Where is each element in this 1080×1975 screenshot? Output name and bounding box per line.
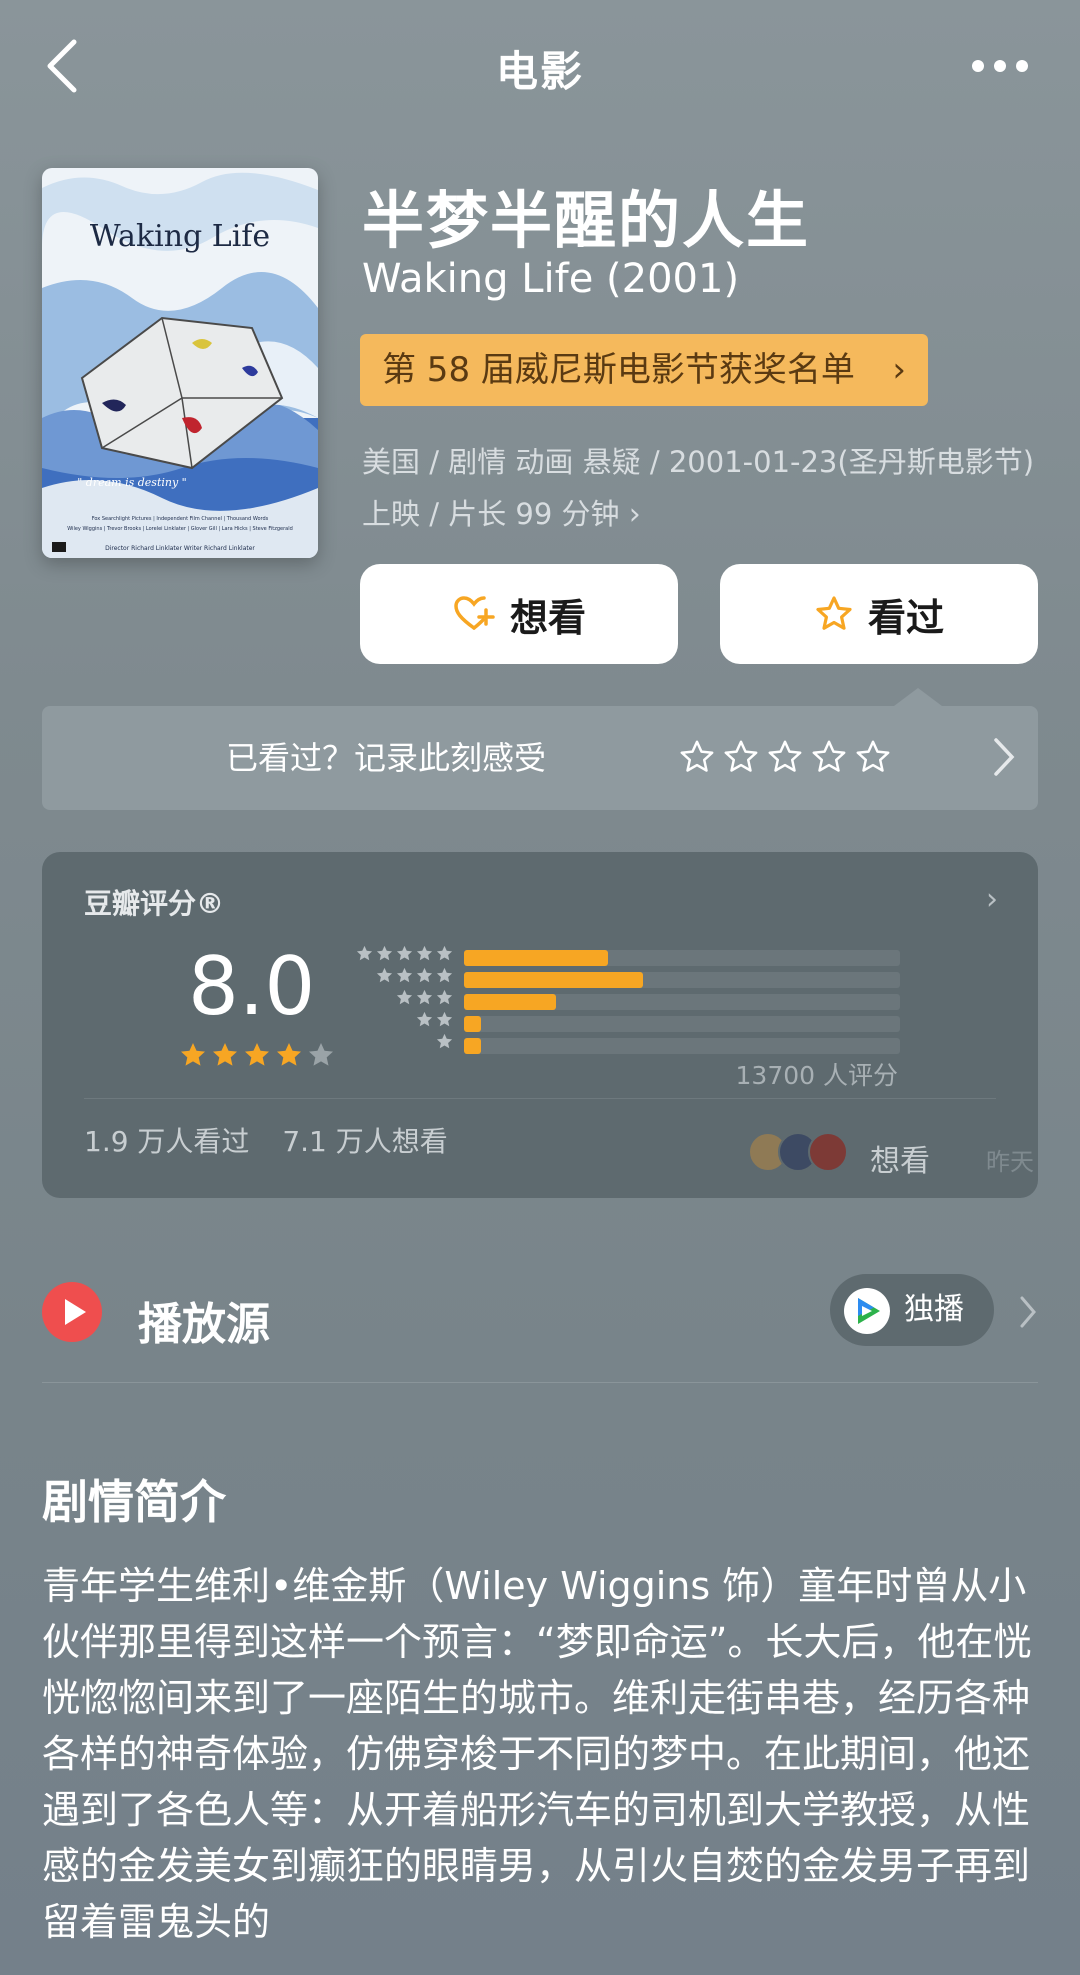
distribution-star-labels <box>354 944 454 1054</box>
star-empty-icon <box>309 1043 333 1066</box>
movie-title: 半梦半醒的人生 <box>362 184 811 257</box>
rating-stars-input[interactable] <box>678 738 892 776</box>
friend-action: 想看 <box>870 1144 930 1179</box>
poster-credits: Wiley Wiggins | Trevor Brooks | Lorelei … <box>67 526 293 532</box>
chevron-right-icon[interactable] <box>992 736 1016 782</box>
rating-label: 豆瓣评分® <box>84 887 225 920</box>
award-label: 第 58 届威尼斯电影节获奖名单 <box>382 350 855 390</box>
movie-poster[interactable]: Waking Life " dream is destiny " Fox Sea… <box>42 168 318 558</box>
distribution-bars <box>464 948 900 1058</box>
distribution-bar-fill <box>464 1016 482 1032</box>
avatar <box>808 1132 848 1172</box>
star-small-icon <box>436 945 453 961</box>
distribution-bar-track <box>464 994 900 1010</box>
divider <box>42 1382 1038 1383</box>
synopsis-title: 剧情简介 <box>42 1475 226 1529</box>
award-banner[interactable]: 第 58 届威尼斯电影节获奖名单 › <box>360 334 928 406</box>
star-small-icon <box>396 967 413 983</box>
source-label: 播放源 <box>138 1299 270 1350</box>
distribution-star-row <box>355 944 454 966</box>
star-small-icon <box>436 989 453 1005</box>
record-rating-bar[interactable]: 已看过？记录此刻感受 <box>42 688 1038 810</box>
page-title: 电影 <box>495 47 584 96</box>
star-small-icon <box>436 1033 453 1049</box>
friend-avatars[interactable] <box>748 1132 848 1176</box>
star-small-icon <box>416 989 433 1005</box>
star-icon <box>816 596 852 630</box>
star-filled-icon <box>181 1043 205 1066</box>
chevron-right-icon: › <box>892 350 906 390</box>
movie-meta-text: 美国 / 剧情 动画 悬疑 / 2001-01-23(圣丹斯电影节) 上映 / … <box>362 445 1035 531</box>
rating-score: 8.0 <box>188 940 316 1033</box>
want-label: 想看 <box>509 595 586 640</box>
distribution-star-row <box>435 1032 454 1054</box>
more-icon[interactable] <box>972 50 1044 80</box>
source-platform-label: 独播 <box>904 1292 964 1327</box>
play-icon <box>42 1282 102 1342</box>
star-small-icon <box>396 989 413 1005</box>
distribution-bar-fill <box>464 994 556 1010</box>
divider <box>84 1098 996 1099</box>
popover-notch <box>894 688 942 706</box>
distribution-bar-track <box>464 972 900 988</box>
source-platform-pill[interactable]: 独播 <box>830 1274 994 1346</box>
star-small-icon <box>416 967 433 983</box>
chevron-right-icon[interactable]: › <box>986 882 998 917</box>
distribution-bar-fill <box>464 950 608 966</box>
synopsis-text: 青年学生维利•维金斯（Wiley Wiggins 饰）童年时曾从小伙伴那里得到这… <box>42 1564 1032 1944</box>
distribution-bar-track <box>464 1016 900 1032</box>
star-filled-icon <box>245 1043 269 1066</box>
star-small-icon <box>376 945 393 961</box>
star-small-icon <box>376 967 393 983</box>
distribution-star-row <box>395 988 454 1010</box>
poster-credits: Director Richard Linklater Writer Richar… <box>105 545 255 552</box>
seen-count: 1.9 万人看过 <box>84 1125 250 1158</box>
movie-original-title: Waking Life (2001) <box>362 256 740 302</box>
seen-label: 看过 <box>867 595 944 640</box>
want-count: 7.1 万人想看 <box>282 1125 448 1158</box>
record-label: 已看过？记录此刻感受 <box>226 739 547 777</box>
star-outline-icon[interactable] <box>766 738 804 776</box>
watch-stats: 1.9 万人看过 7.1 万人想看 <box>84 1120 472 1160</box>
distribution-star-row <box>415 1010 454 1032</box>
star-outline-icon[interactable] <box>678 738 716 776</box>
rating-count: 13700 人评分 <box>735 1061 898 1090</box>
star-outline-icon[interactable] <box>810 738 848 776</box>
tencent-video-icon <box>844 1288 890 1334</box>
star-small-icon <box>436 1011 453 1027</box>
seen-button[interactable]: 看过 <box>720 564 1038 664</box>
star-small-icon <box>436 967 453 983</box>
chevron-right-icon[interactable] <box>1018 1294 1038 1330</box>
star-outline-icon[interactable] <box>854 738 892 776</box>
friend-time: 昨天 <box>986 1148 1034 1176</box>
nav-bar: 电影 <box>0 0 1080 130</box>
heart-plus-icon <box>454 596 495 630</box>
star-small-icon <box>356 945 373 961</box>
chevron-right-icon: › <box>628 497 641 532</box>
distribution-star-row <box>375 966 454 988</box>
star-filled-icon <box>213 1043 237 1066</box>
distribution-bar-track <box>464 950 900 966</box>
want-button[interactable]: 想看 <box>360 564 678 664</box>
poster-tagline: " dream is destiny " <box>77 476 187 489</box>
poster-credits: Fox Searchlight Pictures | Independent F… <box>92 516 269 522</box>
star-small-icon <box>396 945 413 961</box>
star-small-icon <box>416 1011 433 1027</box>
playback-source-row[interactable]: 播放源 独播 <box>42 1270 1038 1382</box>
distribution-bar-track <box>464 1038 900 1054</box>
poster-title: Waking Life <box>90 219 270 254</box>
rating-stars <box>178 1040 336 1070</box>
movie-meta[interactable]: 美国 / 剧情 动画 悬疑 / 2001-01-23(圣丹斯电影节) 上映 / … <box>362 436 1042 541</box>
rating-card[interactable]: 豆瓣评分® › 8.0 13700 人评分 1.9 万人看过 7.1 万人想看 … <box>42 852 1038 1198</box>
star-small-icon <box>416 945 433 961</box>
distribution-bar-fill <box>464 1038 482 1054</box>
star-outline-icon[interactable] <box>722 738 760 776</box>
star-filled-icon <box>277 1043 301 1066</box>
distribution-bar-fill <box>464 972 643 988</box>
